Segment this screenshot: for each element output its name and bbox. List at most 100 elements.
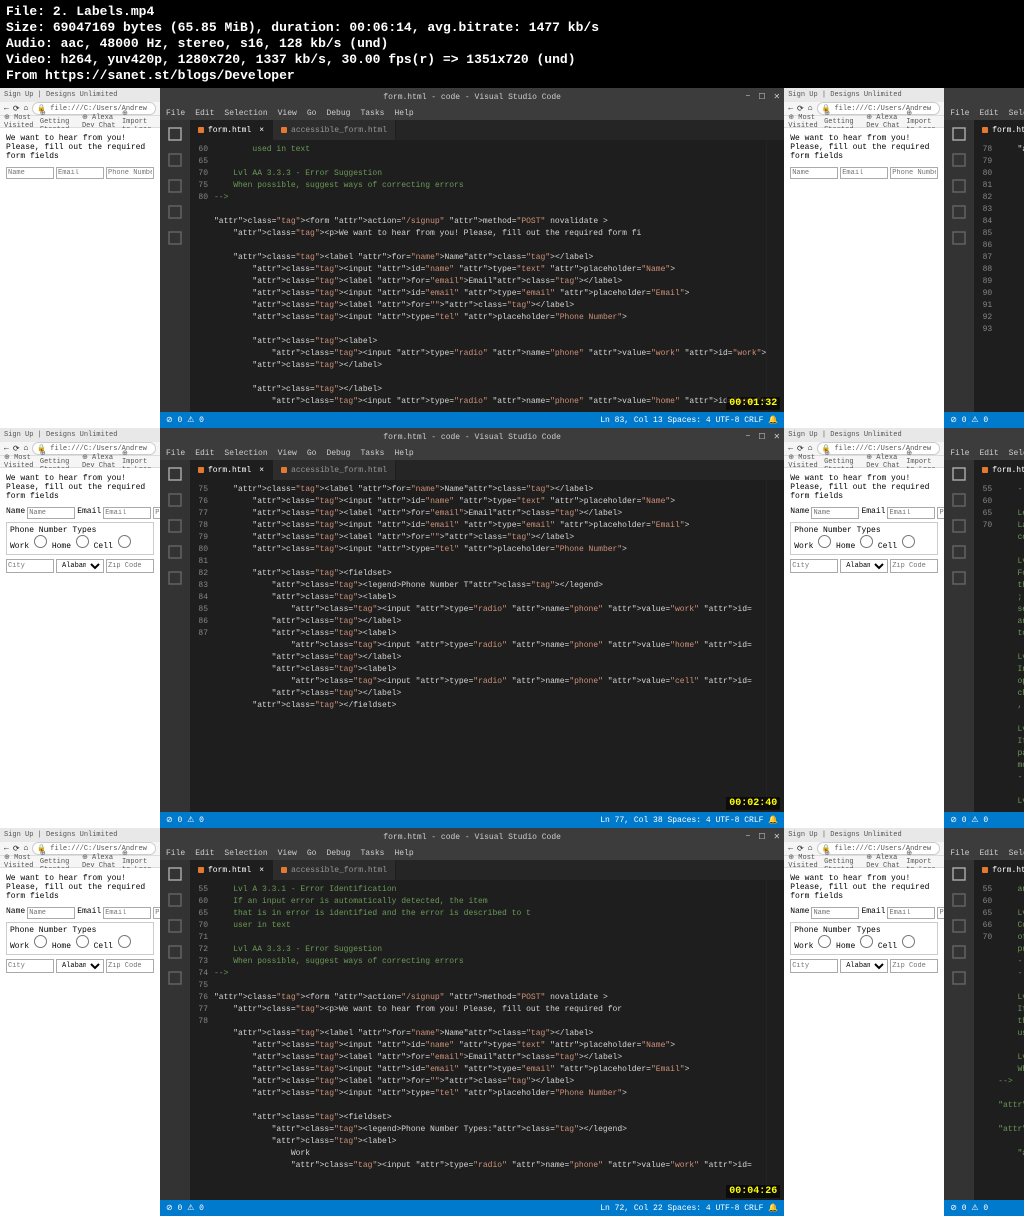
status-left[interactable]: ⊘ 0 ⚠ 0 [166,815,204,825]
minimap[interactable] [766,140,784,412]
menu-item[interactable]: Edit [979,849,998,858]
search-icon[interactable] [167,152,183,168]
extensions-icon[interactable] [951,230,967,246]
search-icon[interactable] [951,892,967,908]
status-right[interactable]: Ln 77, Col 38 Spaces: 4 UTF-8 CRLF 🔔 [600,815,778,825]
debug-icon[interactable] [167,544,183,560]
menu-item[interactable]: Tasks [360,109,384,118]
explorer-icon[interactable] [167,126,183,142]
debug-icon[interactable] [951,944,967,960]
code-editor[interactable]: 55 60 65 70 71 72 73 74 75 76 77 78 Lvl … [190,880,784,1200]
git-icon[interactable] [951,918,967,934]
menu-item[interactable]: Edit [979,449,998,458]
minimap[interactable] [766,480,784,812]
reload-icon[interactable]: ⟳ [797,104,804,114]
menu-item[interactable]: Selection [1009,449,1024,458]
extensions-icon[interactable] [167,230,183,246]
extensions-icon[interactable] [167,970,183,986]
close-icon[interactable]: ✕ [774,92,781,102]
status-left[interactable]: ⊘ 0 ⚠ 0 [166,1203,204,1213]
debug-icon[interactable] [167,944,183,960]
git-icon[interactable] [167,518,183,534]
minimap[interactable] [766,880,784,1200]
tab-accessible[interactable]: accessible_form.html [273,860,396,880]
menu-item[interactable]: Debug [326,849,350,858]
home-icon[interactable]: ⌂ [808,444,813,453]
code-editor[interactable]: 60 65 70 75 80 used in text Lvl AA 3.3.3… [190,140,784,412]
menu-item[interactable]: Help [394,449,413,458]
status-left[interactable]: ⊘ 0 ⚠ 0 [950,815,988,825]
menu-item[interactable]: Go [307,449,317,458]
browser-tab[interactable]: Sign Up | Designs Unlimited [0,828,160,842]
home-icon[interactable]: ⌂ [808,104,813,113]
browser-tab[interactable]: Sign Up | Designs Unlimited [784,428,944,442]
search-icon[interactable] [167,492,183,508]
extensions-icon[interactable] [167,570,183,586]
tab-form[interactable]: form.html× [974,860,1024,880]
status-right[interactable]: Ln 83, Col 13 Spaces: 4 UTF-8 CRLF 🔔 [600,415,778,425]
menu-item[interactable]: Help [394,849,413,858]
menu-item[interactable]: Edit [195,849,214,858]
code-editor[interactable]: 55 60 65 66 70 any operation the keyboar… [974,880,1024,1200]
git-icon[interactable] [951,178,967,194]
back-icon[interactable]: ← [4,104,9,113]
code-editor[interactable]: 75 76 77 78 79 80 81 82 83 84 85 86 87 "… [190,480,784,812]
home-icon[interactable]: ⌂ [24,104,29,113]
close-icon[interactable]: ✕ [774,832,781,842]
explorer-icon[interactable] [951,466,967,482]
status-left[interactable]: ⊘ 0 ⚠ 0 [166,415,204,425]
menu-item[interactable]: View [278,109,297,118]
menu-item[interactable]: Go [307,849,317,858]
reload-icon[interactable]: ⟳ [13,104,20,114]
browser-tab[interactable]: Sign Up | Designs Unlimited [0,88,160,102]
tab-accessible[interactable]: accessible_form.html [273,120,396,140]
menu-item[interactable]: Tasks [360,449,384,458]
search-icon[interactable] [951,492,967,508]
status-left[interactable]: ⊘ 0 ⚠ 0 [950,1203,988,1213]
browser-tab[interactable]: Sign Up | Designs Unlimited [0,428,160,442]
extensions-icon[interactable] [951,570,967,586]
code-editor[interactable]: 55 60 65 70 - applies to images and vide… [974,480,1024,812]
reload-icon[interactable]: ⟳ [797,844,804,854]
explorer-icon[interactable] [167,866,183,882]
debug-icon[interactable] [951,544,967,560]
close-icon[interactable]: ✕ [774,432,781,442]
email-input[interactable] [840,167,888,179]
explorer-icon[interactable] [951,126,967,142]
reload-icon[interactable]: ⟳ [13,444,20,454]
name-input[interactable] [6,167,54,179]
maximize-icon[interactable]: ☐ [758,832,765,842]
code-editor[interactable]: 78 79 80 81 82 83 84 85 86 87 88 89 90 9… [974,140,1024,412]
menu-item[interactable]: Selection [224,449,267,458]
menu-item[interactable]: View [278,449,297,458]
home-icon[interactable]: ⌂ [808,844,813,853]
name-input[interactable] [790,167,838,179]
back-icon[interactable]: ← [4,844,9,853]
git-icon[interactable] [167,918,183,934]
back-icon[interactable]: ← [788,844,793,853]
maximize-icon[interactable]: ☐ [758,432,765,442]
reload-icon[interactable]: ⟳ [13,844,20,854]
explorer-icon[interactable] [951,866,967,882]
menu-item[interactable]: File [950,109,969,118]
menu-item[interactable]: File [950,849,969,858]
menu-item[interactable]: Help [394,109,413,118]
back-icon[interactable]: ← [788,444,793,453]
menu-item[interactable]: Selection [224,849,267,858]
tab-form[interactable]: form.html× [190,860,273,880]
tab-form[interactable]: form.html× [974,120,1024,140]
phone-input[interactable] [106,167,154,179]
explorer-icon[interactable] [167,466,183,482]
reload-icon[interactable]: ⟳ [797,444,804,454]
git-icon[interactable] [167,178,183,194]
maximize-icon[interactable]: ☐ [758,92,765,102]
menu-item[interactable]: File [166,849,185,858]
menu-item[interactable]: Go [307,109,317,118]
phone-input[interactable] [890,167,938,179]
menu-item[interactable]: File [166,109,185,118]
minimize-icon[interactable]: − [746,92,751,102]
menu-item[interactable]: View [278,849,297,858]
tab-form[interactable]: form.html× [190,460,273,480]
home-icon[interactable]: ⌂ [24,444,29,453]
menu-item[interactable]: Edit [195,449,214,458]
